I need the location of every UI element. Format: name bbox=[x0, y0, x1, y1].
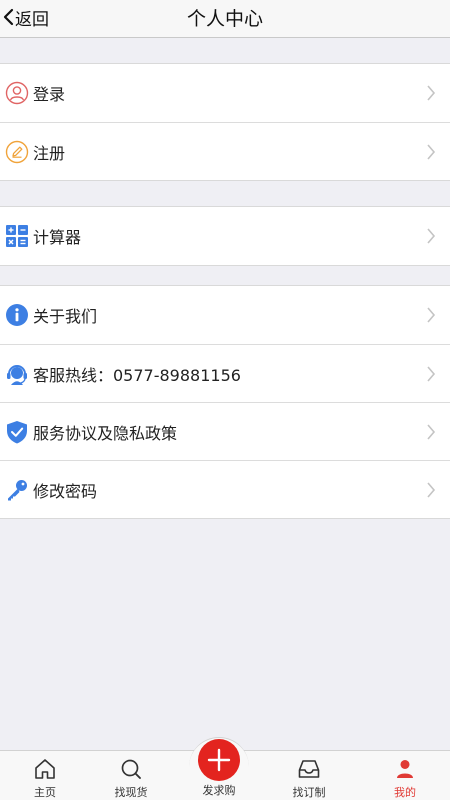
menu-item-label: 注册 bbox=[33, 143, 66, 163]
headset-icon bbox=[4, 361, 30, 387]
person-icon bbox=[397, 760, 413, 778]
menu-item-label: 关于我们 bbox=[33, 307, 98, 326]
page-title: 个人中心 bbox=[186, 7, 263, 30]
chevron-right-icon bbox=[427, 423, 436, 440]
menu-item-label: 服务协议及隐私政策 bbox=[33, 423, 178, 443]
chevron-right-icon bbox=[427, 307, 436, 323]
menu-item-agreement[interactable]: 服务协议及隐私政策 bbox=[0, 402, 450, 460]
tab-find-custom[interactable]: 找订制 bbox=[264, 751, 354, 800]
tab-find-stock[interactable]: 找现货 bbox=[86, 751, 176, 800]
menu-item-label: 计算器 bbox=[33, 228, 82, 247]
menu-item-label: 客服热线：0577-89881156 bbox=[33, 365, 241, 385]
menu-item-calculator[interactable]: 计算器 bbox=[0, 207, 450, 265]
chevron-right-icon bbox=[427, 143, 436, 160]
plus-icon bbox=[207, 748, 231, 772]
tab-label: 找订制 bbox=[292, 786, 326, 799]
menu-group-tools: 计算器 bbox=[0, 206, 450, 266]
chevron-right-icon bbox=[427, 365, 436, 382]
publish-label: 发求购 bbox=[202, 784, 236, 797]
menu-item-label: 登录 bbox=[33, 85, 66, 104]
tab-label: 找现货 bbox=[114, 786, 148, 799]
menu-item-label: 修改密码 bbox=[33, 481, 98, 501]
tab-mine[interactable]: 我的 bbox=[360, 751, 450, 800]
menu-group-account: 登录 注册 bbox=[0, 63, 450, 181]
chevron-right-icon bbox=[427, 228, 436, 244]
chevron-right-icon bbox=[427, 481, 436, 498]
menu-item-change-password[interactable]: 修改密码 bbox=[0, 460, 450, 518]
tab-home[interactable]: 主页 bbox=[0, 751, 90, 800]
menu-item-hotline[interactable]: 客服热线：0577-89881156 bbox=[0, 344, 450, 402]
publish-button[interactable] bbox=[198, 739, 240, 781]
tab-label: 主页 bbox=[34, 786, 56, 799]
inbox-icon bbox=[298, 760, 320, 778]
menu-item-login[interactable]: 登录 bbox=[0, 64, 450, 122]
menu-group-info: 关于我们 客服热线：0577-89881156 服务协议及隐私政策 修改密码 bbox=[0, 285, 450, 519]
menu-item-about[interactable]: 关于我们 bbox=[0, 286, 450, 344]
info-icon bbox=[4, 302, 30, 328]
search-icon bbox=[121, 759, 141, 779]
pencil-circle-icon bbox=[4, 139, 30, 165]
calculator-icon bbox=[4, 223, 30, 249]
home-icon bbox=[35, 759, 55, 779]
shield-check-icon bbox=[4, 419, 30, 445]
nav-bar: 返回 个人中心 bbox=[0, 0, 450, 38]
user-circle-icon bbox=[4, 80, 30, 106]
key-icon bbox=[4, 477, 30, 503]
menu-item-register[interactable]: 注册 bbox=[0, 122, 450, 180]
tab-label: 我的 bbox=[394, 786, 416, 799]
chevron-right-icon bbox=[427, 85, 436, 101]
